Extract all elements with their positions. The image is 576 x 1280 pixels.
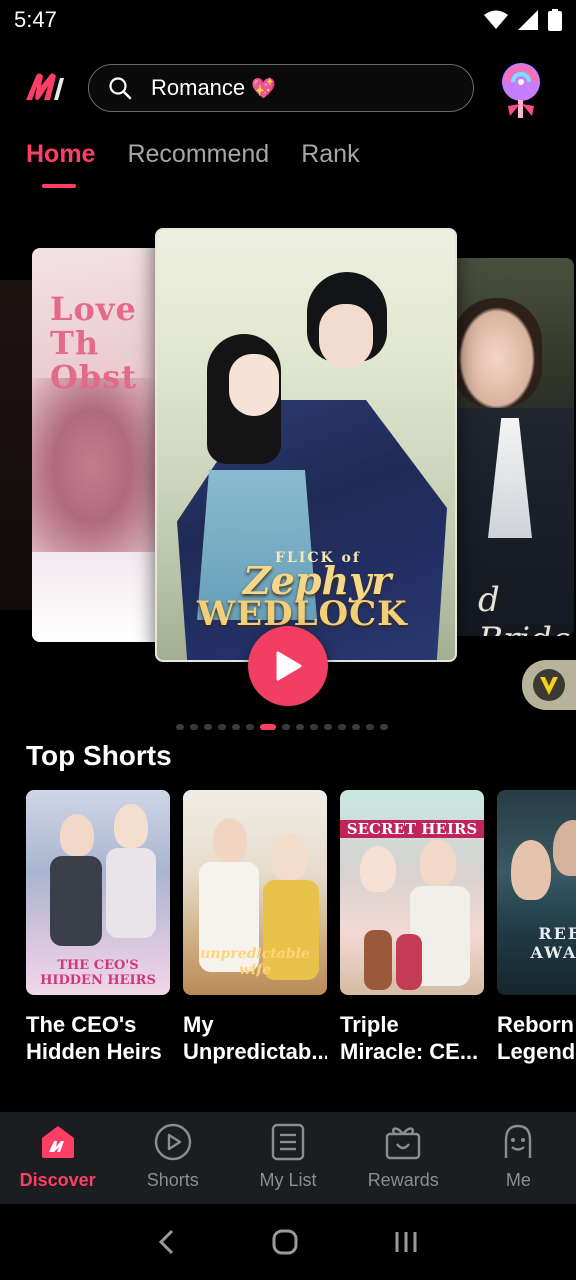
status-time: 5:47 xyxy=(14,7,57,32)
carousel-dot xyxy=(338,724,346,730)
nav-label: Rewards xyxy=(367,1170,439,1190)
nav-label: My List xyxy=(259,1170,317,1190)
battery-icon xyxy=(548,9,562,31)
carousel-dot-active xyxy=(260,724,276,730)
play-circle-icon xyxy=(154,1123,191,1161)
poster-text: THE CEO'S HIDDEN HEIRS xyxy=(40,958,156,988)
poster-woman-face xyxy=(229,354,279,416)
recents-icon[interactable] xyxy=(393,1229,419,1255)
carousel-dot xyxy=(176,724,184,730)
short-card[interactable]: REBO AWAKE Reborn: Legend xyxy=(497,790,576,1065)
top-bar: Romance 💖 xyxy=(0,58,576,120)
signal-icon xyxy=(518,10,538,30)
nav-rewards[interactable]: Rewards xyxy=(346,1112,461,1204)
play-button[interactable] xyxy=(248,626,328,706)
short-title: The CEO's Hidden Heirs xyxy=(26,1012,162,1064)
carousel-card-right[interactable]: d Bride xyxy=(448,258,574,636)
vip-icon xyxy=(533,669,565,701)
carousel-dot xyxy=(190,724,198,730)
carousel-dot xyxy=(380,724,388,730)
short-title: My Unpredictab... xyxy=(183,1012,327,1064)
carousel-dot xyxy=(296,724,304,730)
vip-badge[interactable] xyxy=(522,660,576,710)
carousel-dot xyxy=(352,724,360,730)
carousel-dot xyxy=(324,724,332,730)
nav-discover[interactable]: Discover xyxy=(0,1112,115,1204)
poster-person xyxy=(271,834,307,880)
featured-carousel[interactable]: Love Th Obst d Bride FLICK of Zephyr WED… xyxy=(0,224,576,744)
poster-text: SECRET HEIRS xyxy=(340,820,484,838)
gift-icon xyxy=(386,1127,421,1160)
poster-text: REBO AWAKE xyxy=(530,924,576,962)
bottom-navigation: Discover Shorts My List Rewards Me xyxy=(0,1112,576,1204)
poster-person xyxy=(360,846,396,892)
nav-label: Discover xyxy=(19,1170,96,1190)
candy-reward-icon[interactable] xyxy=(498,60,544,120)
top-shorts-list: THE CEO'S HIDDEN HEIRS The CEO's Hidden … xyxy=(26,790,576,1065)
category-tabs: Home Recommend Rank xyxy=(26,140,360,194)
short-card[interactable]: SECRET HEIRS Triple Miracle: CE... xyxy=(340,790,484,1065)
poster-person xyxy=(364,930,392,990)
section-title-top-shorts: Top Shorts xyxy=(26,740,172,771)
poster-person xyxy=(511,840,551,900)
poster-person xyxy=(420,840,456,886)
carousel-dot xyxy=(282,724,290,730)
short-thumbnail[interactable]: REBO AWAKE xyxy=(497,790,576,995)
carousel-card-main[interactable]: FLICK of Zephyr WEDLOCK xyxy=(155,228,457,662)
discover-icon xyxy=(41,1126,74,1158)
short-thumbnail[interactable]: unpredictable wife xyxy=(183,790,327,995)
short-card[interactable]: THE CEO'S HIDDEN HEIRS The CEO's Hidden … xyxy=(26,790,170,1065)
play-icon xyxy=(276,651,302,681)
home-icon[interactable] xyxy=(272,1229,298,1255)
short-thumbnail[interactable]: THE CEO'S HIDDEN HEIRS xyxy=(26,790,170,995)
short-card[interactable]: unpredictable wife My Unpredictab... xyxy=(183,790,327,1065)
short-title: Triple Miracle: CE... xyxy=(340,1012,479,1064)
status-bar: 5:47 xyxy=(0,0,576,40)
poster-person xyxy=(106,848,156,938)
tab-rank[interactable]: Rank xyxy=(301,140,359,194)
list-icon xyxy=(271,1123,305,1161)
heart-emoji: 💖 xyxy=(251,77,277,100)
nav-label: Me xyxy=(505,1170,531,1190)
poster-person xyxy=(114,804,148,848)
system-navigation xyxy=(0,1204,576,1280)
profile-icon xyxy=(505,1124,532,1158)
carousel-indicator xyxy=(176,724,388,730)
search-icon xyxy=(109,77,132,100)
poster-person xyxy=(213,818,247,862)
poster-face xyxy=(452,298,542,408)
carousel-dot xyxy=(232,724,240,730)
poster-text: unpredictable wife xyxy=(200,946,310,978)
nav-shorts[interactable]: Shorts xyxy=(115,1112,230,1204)
search-bar[interactable]: Romance 💖 xyxy=(88,64,474,112)
poster-person xyxy=(553,820,576,876)
tab-home[interactable]: Home xyxy=(26,140,95,194)
nav-my-list[interactable]: My List xyxy=(230,1112,345,1204)
nav-label: Shorts xyxy=(146,1170,199,1190)
poster-title-right: d Bride xyxy=(478,580,572,636)
app-logo-icon[interactable] xyxy=(24,72,66,102)
poster-man-face xyxy=(319,304,373,368)
nav-me[interactable]: Me xyxy=(461,1112,576,1204)
poster-person xyxy=(50,856,102,946)
carousel-dot xyxy=(246,724,254,730)
status-icons xyxy=(484,9,562,31)
wifi-icon xyxy=(484,10,508,29)
short-thumbnail[interactable]: SECRET HEIRS xyxy=(340,790,484,995)
poster-person xyxy=(60,814,94,856)
poster-person xyxy=(396,934,422,990)
search-query: Romance xyxy=(151,75,246,100)
carousel-dot xyxy=(310,724,318,730)
back-icon[interactable] xyxy=(157,1229,177,1255)
carousel-dot xyxy=(218,724,226,730)
tab-recommend[interactable]: Recommend xyxy=(127,140,269,194)
carousel-dot xyxy=(204,724,212,730)
carousel-dot xyxy=(366,724,374,730)
short-title: Reborn: Legend xyxy=(497,1012,576,1064)
